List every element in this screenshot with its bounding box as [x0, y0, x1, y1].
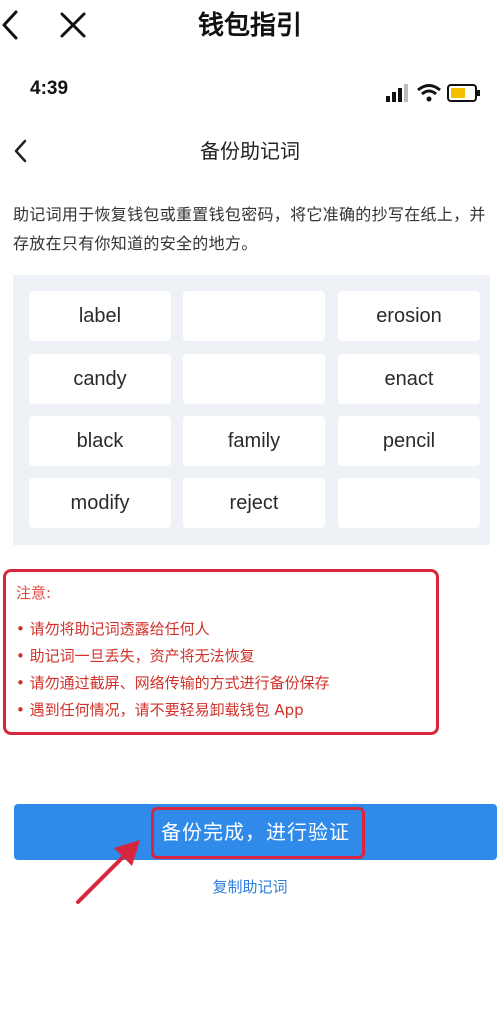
notice-item: • 请勿将助记词透露给任何人: [16, 620, 210, 638]
wifi-icon: [417, 84, 441, 102]
status-icons: [386, 82, 482, 104]
mnemonic-word-cell: pencil: [338, 416, 480, 466]
mnemonic-word-cell: enact: [338, 354, 480, 404]
pointer-arrow-icon: [70, 830, 150, 910]
notice-title: 注意:: [16, 584, 52, 602]
notice-item: • 请勿通过截屏、网络传输的方式进行备份保存: [16, 674, 330, 692]
mnemonic-word-cell: [183, 291, 325, 341]
inner-page-title: 备份助记词: [200, 139, 300, 163]
signal-icon: [386, 84, 408, 102]
mnemonic-word-cell: [338, 478, 480, 528]
outer-header: 钱包指引: [0, 0, 500, 52]
mnemonic-word-cell: family: [183, 416, 325, 466]
mnemonic-word-cell: reject: [183, 478, 325, 528]
warning-notice: 注意: • 请勿将助记词透露给任何人 • 助记词一旦丢失，资产将无法恢复 • 请…: [3, 569, 439, 735]
copy-mnemonic-link[interactable]: 复制助记词: [0, 876, 500, 897]
mnemonic-word-cell: modify: [29, 478, 171, 528]
notice-item: • 助记词一旦丢失，资产将无法恢复: [16, 647, 255, 665]
mnemonic-grid: label erosion candy enact black family p…: [13, 275, 490, 545]
mnemonic-word-cell: erosion: [338, 291, 480, 341]
mnemonic-word-cell: candy: [29, 354, 171, 404]
mnemonic-word-cell: [183, 354, 325, 404]
inner-nav-bar: 备份助记词: [0, 126, 500, 176]
mnemonic-word-cell: label: [29, 291, 171, 341]
battery-icon: [447, 84, 480, 102]
status-time: 4:39: [30, 78, 69, 99]
status-bar: 4:39: [0, 74, 500, 110]
mnemonic-word-cell: black: [29, 416, 171, 466]
outer-page-title: 钱包指引: [197, 11, 302, 41]
backup-description: 助记词用于恢复钱包或重置钱包密码，将它准确的抄写在纸上，并存放在只有你知道的安全…: [13, 205, 486, 253]
notice-item: • 遇到任何情况，请不要轻易卸载钱包 App: [16, 701, 304, 719]
